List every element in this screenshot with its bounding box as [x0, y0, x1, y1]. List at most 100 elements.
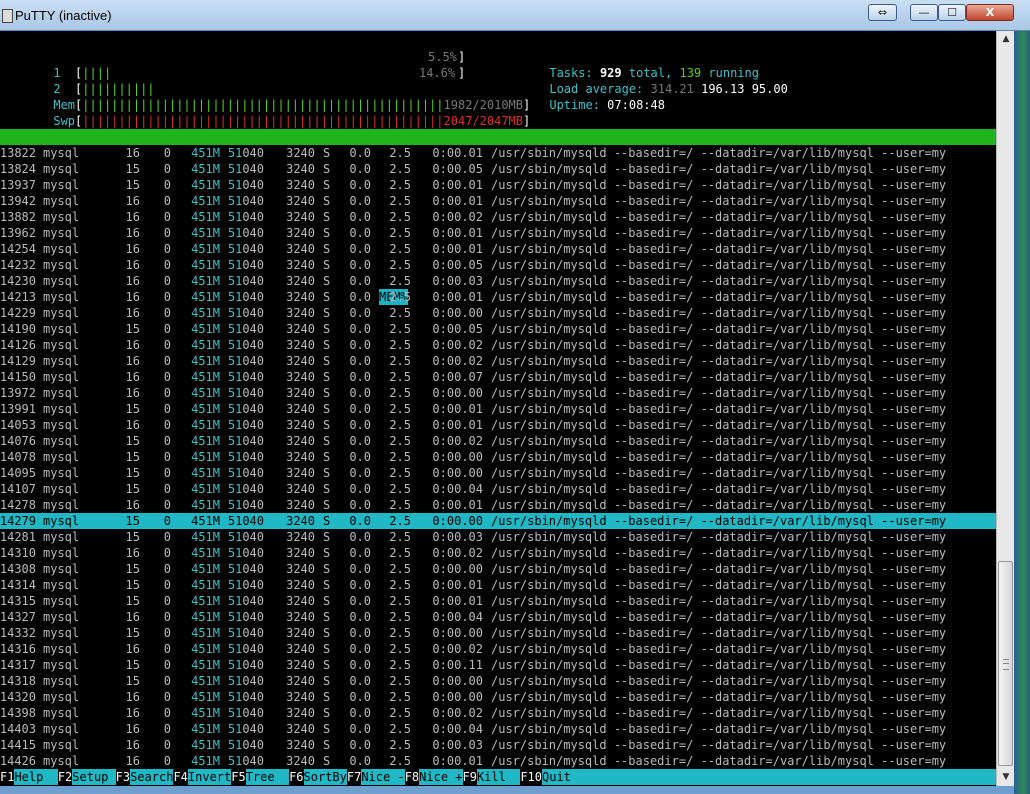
shr-cell: 3240: [286, 754, 315, 768]
pid-cell: 14315: [0, 594, 36, 608]
pid-cell: 14053: [0, 418, 36, 432]
table-row[interactable]: 14315 mysql 15 0 451M 51040 3240 S 0.0 2.5 0:00.01…: [0, 593, 996, 609]
table-row[interactable]: 14229 mysql 16 0 451M 51040 3240 S 0.0 2.5 0:00.00…: [0, 305, 996, 321]
table-row[interactable]: 14316 mysql 16 0 451M 51040 3240 S 0.0 2.5 0:00.02…: [0, 641, 996, 657]
time-cell: 0:00.00: [432, 514, 483, 528]
fkey-f3-label[interactable]: Search: [130, 769, 174, 785]
table-row[interactable]: 14129 mysql 16 0 451M 51040 3240 S 0.0 2.5 0:00.02…: [0, 353, 996, 369]
res-lo-digits: 040: [242, 674, 264, 688]
virt-cell: 451M: [191, 306, 220, 320]
table-row[interactable]: 14150 mysql 16 0 451M 51040 3240 S 0.0 2.5 0:00.07…: [0, 369, 996, 385]
pid-cell: 14129: [0, 354, 36, 368]
fkey-f4-label[interactable]: Invert: [187, 769, 232, 785]
title-bar[interactable]: PuTTY (inactive) ⇔ — ☐ X: [0, 0, 1030, 31]
res-hi-digits: 51: [227, 546, 243, 560]
terminal-area[interactable]: 1 [|||| 5.5% ] 2 [|||||||||| 14.6% ] Mem…: [0, 31, 996, 786]
table-row[interactable]: 14254 mysql 16 0 451M 51040 3240 S 0.0 2.5 0:00.01…: [0, 241, 996, 257]
table-row[interactable]: 14308 mysql 15 0 451M 51040 3240 S 0.0 2.5 0:00.00…: [0, 561, 996, 577]
command-cell: /usr/sbin/mysqld --basedir=/ --datadir=/…: [491, 722, 947, 736]
fkey-f2-key[interactable]: F2: [57, 769, 73, 785]
table-row[interactable]: 13822 mysql 16 0 451M 51040 3240 S 0.0 2.5 0:00.01…: [0, 145, 996, 161]
minimize-button[interactable]: —: [910, 4, 938, 21]
table-row[interactable]: 13942 mysql 16 0 451M 51040 3240 S 0.0 2.5 0:00.01…: [0, 193, 996, 209]
maximize-button[interactable]: ☐: [938, 4, 966, 21]
state-cell: S: [323, 370, 331, 384]
table-row[interactable]: 14190 mysql 15 0 451M 51040 3240 S 0.0 2.5 0:00.05…: [0, 321, 996, 337]
table-row[interactable]: 14213 mysql 16 0 451M 51040 3240 S 0.0 2.5 0:00.01…: [0, 289, 996, 305]
pid-cell: 14281: [0, 530, 36, 544]
table-row[interactable]: 14332 mysql 15 0 451M 51040 3240 S 0.0 2.5 0:00.00…: [0, 625, 996, 641]
fkey-f6-label[interactable]: SortBy: [303, 769, 347, 785]
fkey-f9-key[interactable]: F9: [462, 769, 477, 785]
table-row[interactable]: 13962 mysql 16 0 451M 51040 3240 S 0.0 2.5 0:00.01…: [0, 225, 996, 241]
fkey-f7-label[interactable]: Nice -: [361, 769, 405, 785]
pri-cell: 16: [125, 194, 140, 208]
res-cell: 51040: [224, 577, 264, 593]
fkey-f3-key[interactable]: F3: [115, 769, 131, 785]
fkey-f5-key[interactable]: F5: [231, 769, 246, 785]
fkey-f1-key[interactable]: F1: [0, 769, 15, 785]
table-row[interactable]: 14078 mysql 15 0 451M 51040 3240 S 0.0 2.5 0:00.00…: [0, 449, 996, 465]
table-row[interactable]: 14281 mysql 15 0 451M 51040 3240 S 0.0 2.5 0:00.03…: [0, 529, 996, 545]
res-lo-digits: 040: [242, 514, 264, 528]
table-row[interactable]: 13937 mysql 15 0 451M 51040 3240 S 0.0 2.5 0:00.01…: [0, 177, 996, 193]
table-row[interactable]: 14320 mysql 16 0 451M 51040 3240 S 0.0 2.5 0:00.00…: [0, 689, 996, 705]
table-row[interactable]: 14310 mysql 16 0 451M 51040 3240 S 0.0 2.5 0:00.02…: [0, 545, 996, 561]
table-row[interactable]: 14095 mysql 15 0 451M 51040 3240 S 0.0 2.5 0:00.00…: [0, 465, 996, 481]
res-lo-digits: 040: [242, 258, 264, 272]
fkey-f8-key[interactable]: F8: [404, 769, 420, 785]
fkey-f2-label[interactable]: Setup: [72, 769, 116, 785]
time-cell: 0:00.01: [432, 290, 483, 304]
time-cell: 0:00.11: [432, 658, 483, 672]
scroll-down-icon[interactable]: ▼: [997, 769, 1015, 786]
scroll-thumb[interactable]: [998, 561, 1013, 766]
user-cell: mysql: [43, 242, 80, 256]
mem-cell: 2.5: [389, 498, 411, 512]
table-row[interactable]: 14076 mysql 15 0 451M 51040 3240 S 0.0 2.5 0:00.02…: [0, 433, 996, 449]
res-cell: 51040: [224, 385, 264, 401]
table-row[interactable]: 14232 mysql 16 0 451M 51040 3240 S 0.0 2.5 0:00.05…: [0, 257, 996, 273]
table-row[interactable]: 14327 mysql 16 0 451M 51040 3240 S 0.0 2.5 0:00.04…: [0, 609, 996, 625]
close-button[interactable]: X: [966, 4, 1014, 21]
time-cell: 0:00.01: [432, 418, 483, 432]
fkey-f8-label[interactable]: Nice +: [419, 769, 463, 785]
table-row[interactable]: 14415 mysql 16 0 451M 51040 3240 S 0.0 2.5 0:00.03…: [0, 737, 996, 753]
fkey-f7-key[interactable]: F7: [346, 769, 362, 785]
shr-cell: 3240: [286, 274, 315, 288]
table-row[interactable]: 14318 mysql 15 0 451M 51040 3240 S 0.0 2.5 0:00.00…: [0, 673, 996, 689]
fkey-f4-key[interactable]: F4: [173, 769, 188, 785]
fkey-f10-label[interactable]: Quit: [542, 769, 571, 785]
table-row[interactable]: 14107 mysql 15 0 451M 51040 3240 S 0.0 2.5 0:00.04…: [0, 481, 996, 497]
fkey-f6-key[interactable]: F6: [289, 769, 304, 785]
fkey-f10-key[interactable]: F10: [520, 769, 542, 785]
table-row-selected[interactable]: 14279 mysql 15 0 451M 51040 3240 S 0.0 2.5 0:00.00…: [0, 513, 996, 529]
table-row[interactable]: 14403 mysql 16 0 451M 51040 3240 S 0.0 2.5 0:00.04…: [0, 721, 996, 737]
table-row[interactable]: 14426 mysql 16 0 451M 51040 3240 S 0.0 2.5 0:00.01…: [0, 753, 996, 769]
scroll-up-icon[interactable]: ▲: [997, 31, 1015, 48]
table-row[interactable]: 13972 mysql 16 0 451M 51040 3240 S 0.0 2.5 0:00.00…: [0, 385, 996, 401]
pid-cell: 14320: [0, 690, 36, 704]
vertical-scrollbar[interactable]: ▲ ▼: [996, 31, 1015, 786]
resize-toggle-button[interactable]: ⇔: [868, 4, 897, 21]
table-row[interactable]: 14278 mysql 16 0 451M 51040 3240 S 0.0 2.5 0:00.01…: [0, 497, 996, 513]
table-row[interactable]: 13882 mysql 16 0 451M 51040 3240 S 0.0 2.5 0:00.02…: [0, 209, 996, 225]
shr-cell: 3240: [286, 626, 315, 640]
res-cell: 51040: [224, 417, 264, 433]
table-row[interactable]: 13991 mysql 15 0 451M 51040 3240 S 0.0 2.5 0:00.01…: [0, 401, 996, 417]
table-row[interactable]: 14126 mysql 16 0 451M 51040 3240 S 0.0 2.5 0:00.02…: [0, 337, 996, 353]
fkey-f1-label[interactable]: Help: [14, 769, 58, 785]
putty-app-icon[interactable]: [2, 9, 13, 23]
table-row[interactable]: 14230 mysql 16 0 451M 51040 3240 S 0.0 2.5 0:00.03…: [0, 273, 996, 289]
res-lo-digits: 040: [242, 594, 264, 608]
fkey-f5-label[interactable]: Tree: [245, 769, 290, 785]
res-hi-digits: 51: [227, 514, 243, 528]
fkey-f9-label[interactable]: Kill: [476, 769, 521, 785]
res-cell: 51040: [224, 305, 264, 321]
pid-cell: 13991: [0, 402, 36, 416]
table-row[interactable]: 13824 mysql 15 0 451M 51040 3240 S 0.0 2.5 0:00.05…: [0, 161, 996, 177]
table-row[interactable]: 14314 mysql 15 0 451M 51040 3240 S 0.0 2.5 0:00.01…: [0, 577, 996, 593]
table-row[interactable]: 14398 mysql 16 0 451M 51040 3240 S 0.0 2.5 0:00.02…: [0, 705, 996, 721]
res-hi-digits: 51: [227, 642, 243, 656]
table-row[interactable]: 14053 mysql 16 0 451M 51040 3240 S 0.0 2.5 0:00.01…: [0, 417, 996, 433]
table-row[interactable]: 14317 mysql 15 0 451M 51040 3240 S 0.0 2.5 0:00.11…: [0, 657, 996, 673]
